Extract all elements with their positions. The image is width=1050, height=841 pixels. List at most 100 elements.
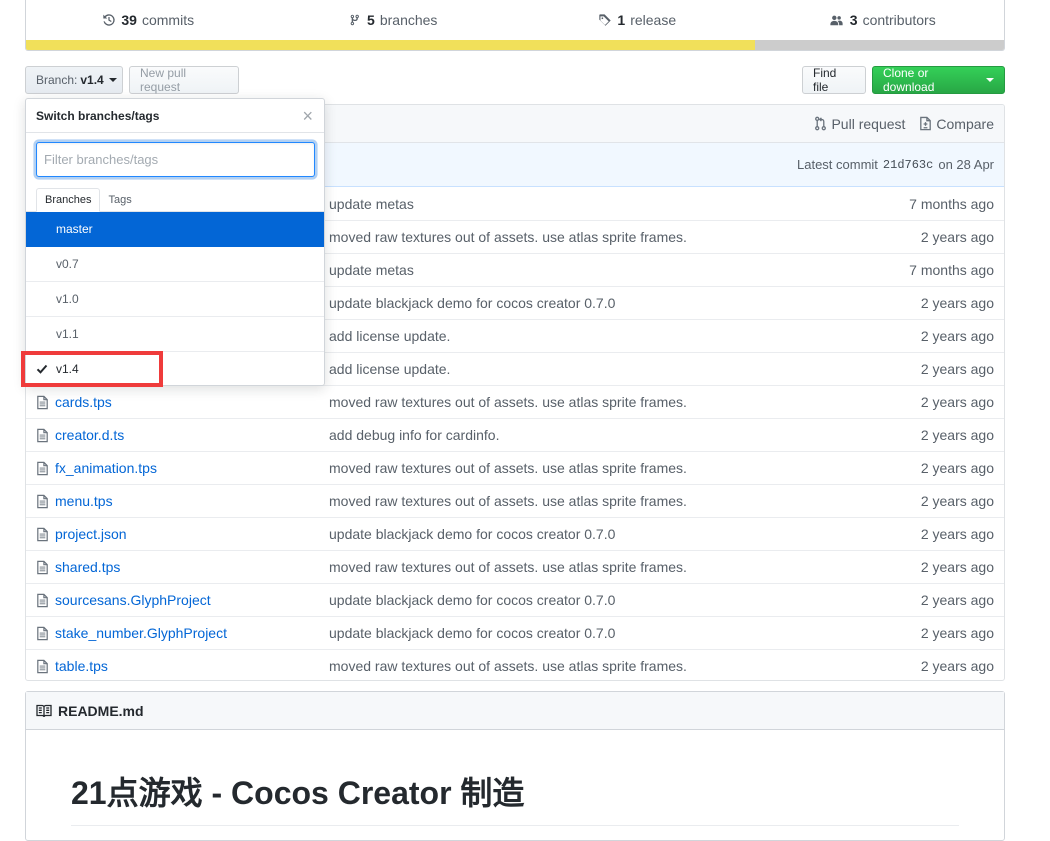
branches-label: branches <box>379 12 438 28</box>
new-pull-request-button[interactable]: New pull request <box>129 66 239 94</box>
releases-count: 1 <box>617 12 626 28</box>
file-name-link[interactable]: table.tps <box>55 658 108 674</box>
file-row: fx_animation.tps moved raw textures out o… <box>26 451 1004 484</box>
file-icon <box>37 461 48 475</box>
readme-title: 21点游戏 - Cocos Creator 制造 <box>71 775 525 811</box>
file-icon <box>37 428 48 442</box>
tab-tags[interactable]: Tags <box>100 189 139 211</box>
branch-prefix: Branch: <box>36 73 78 87</box>
dropdown-title: Switch branches/tags <box>36 108 160 123</box>
latest-commit-label: Latest commit <box>797 157 878 172</box>
pull-request-link[interactable]: Pull request <box>814 116 905 132</box>
branch-select-button[interactable]: Branch: v1.4 <box>25 66 123 94</box>
commit-age: 2 years ago <box>920 559 994 575</box>
branch-item[interactable]: v1.0 <box>26 282 324 317</box>
dropdown-tabs: Branches Tags <box>26 187 324 212</box>
commit-message-link[interactable]: moved raw textures out of assets. use at… <box>329 460 854 476</box>
commit-message-link[interactable]: update blackjack demo for cocos creator … <box>329 526 854 542</box>
file-icon <box>37 395 48 409</box>
commit-sha-link[interactable]: 21d763c <box>883 158 933 172</box>
branch-item[interactable]: master <box>26 212 324 247</box>
annotation-highlight-box <box>21 351 163 387</box>
compare-label: Compare <box>936 115 994 132</box>
file-icon <box>37 593 48 607</box>
branches-count: 5 <box>367 12 375 28</box>
tab-branches[interactable]: Branches <box>36 188 101 212</box>
file-row: sourcesans.GlyphProject update blackjack … <box>26 583 1004 616</box>
file-icon <box>37 494 48 508</box>
commit-age: 2 years ago <box>920 592 994 608</box>
file-name-cell: cards.tps <box>26 394 329 410</box>
file-name-cell: fx_animation.tps <box>26 460 329 476</box>
pull-request-icon <box>815 116 827 131</box>
readme-divider <box>71 825 959 826</box>
commit-message-link[interactable]: moved raw textures out of assets. use at… <box>329 493 854 509</box>
clone-label: Clone or download <box>883 66 935 94</box>
file-name-link[interactable]: cards.tps <box>55 394 112 410</box>
file-name-cell: table.tps <box>26 658 329 674</box>
commits-count: 39 <box>121 12 137 28</box>
commit-age: 2 years ago <box>920 229 994 245</box>
contributors-label: contributors <box>862 12 936 28</box>
file-name-link[interactable]: sourcesans.GlyphProject <box>55 592 211 608</box>
commit-age: 2 years ago <box>920 328 994 344</box>
branch-name: v1.1 <box>56 327 79 341</box>
file-row: menu.tps moved raw textures out of assets… <box>26 484 1004 517</box>
commit-message-link[interactable]: moved raw textures out of assets. use at… <box>329 394 854 410</box>
language-bar[interactable] <box>26 40 1004 50</box>
branch-item[interactable]: v0.7 <box>26 247 324 282</box>
file-name-link[interactable]: fx_animation.tps <box>55 460 157 476</box>
commits-link[interactable]: 39 commits <box>26 12 271 28</box>
compare-link[interactable]: Compare <box>919 116 994 132</box>
commit-message-link[interactable]: update blackjack demo for cocos creator … <box>329 625 854 641</box>
commit-age: 2 years ago <box>920 361 994 377</box>
file-icon <box>37 659 48 673</box>
file-name-link[interactable]: creator.d.ts <box>55 427 124 443</box>
language-segment-primary[interactable] <box>26 40 755 50</box>
clone-download-button[interactable]: Clone or download <box>872 66 1005 94</box>
contributors-link[interactable]: 3 contributors <box>760 12 1005 28</box>
file-row: cards.tps moved raw textures out of asset… <box>26 385 1004 418</box>
file-row: shared.tps moved raw textures out of asse… <box>26 550 1004 583</box>
releases-link[interactable]: 1 release <box>515 12 760 28</box>
commit-age: 2 years ago <box>920 526 994 542</box>
close-icon[interactable]: × <box>302 107 313 125</box>
file-name-cell: menu.tps <box>26 493 329 509</box>
commit-date: on 28 Apr <box>938 157 994 172</box>
readme-filename: README.md <box>58 702 144 719</box>
file-name-link[interactable]: project.json <box>55 526 127 542</box>
commit-message-link[interactable]: update blackjack demo for cocos creator … <box>329 592 854 608</box>
commit-message-link[interactable]: update blackjack demo for cocos creator … <box>329 295 854 311</box>
commit-message-link[interactable]: add debug info for cardinfo. <box>329 427 854 443</box>
commits-label: commits <box>141 12 195 28</box>
file-name-link[interactable]: menu.tps <box>55 493 113 509</box>
file-row: stake_number.GlyphProject update blackjac… <box>26 616 1004 649</box>
branches-link[interactable]: 5 branches <box>271 12 516 28</box>
file-name-link[interactable]: stake_number.GlyphProject <box>55 625 227 641</box>
commit-age: 2 years ago <box>920 460 994 476</box>
find-file-button[interactable]: Find file <box>802 66 866 94</box>
commit-message-link[interactable]: moved raw textures out of assets. use at… <box>329 559 854 575</box>
branch-current: v1.4 <box>80 73 104 87</box>
file-row: creator.d.ts add debug info for cardinfo.… <box>26 418 1004 451</box>
commit-age: 2 years ago <box>920 658 994 674</box>
pull-request-label: Pull request <box>831 115 906 132</box>
file-name-link[interactable]: shared.tps <box>55 559 120 575</box>
file-row: table.tps moved raw textures out of asset… <box>26 649 1004 680</box>
commit-age: 2 years ago <box>920 493 994 509</box>
filter-branches-input[interactable] <box>36 142 315 177</box>
commit-message-link[interactable]: moved raw textures out of assets. use at… <box>329 658 854 674</box>
branch-item[interactable]: v1.1 <box>26 317 324 352</box>
branch-icon <box>350 14 359 26</box>
book-icon <box>36 704 52 717</box>
tag-icon <box>599 14 612 26</box>
commit-message-link[interactable]: update metas <box>329 196 854 212</box>
language-segment-other[interactable] <box>754 40 1004 50</box>
commit-message-link[interactable]: add license update. <box>329 361 854 377</box>
commit-age: 2 years ago <box>920 394 994 410</box>
readme-box: README.md 21点游戏 - Cocos Creator 制造 <box>25 691 1005 841</box>
file-name-cell: project.json <box>26 526 329 542</box>
commit-message-link[interactable]: moved raw textures out of assets. use at… <box>329 229 854 245</box>
commit-message-link[interactable]: update metas <box>329 262 854 278</box>
commit-message-link[interactable]: add license update. <box>329 328 854 344</box>
